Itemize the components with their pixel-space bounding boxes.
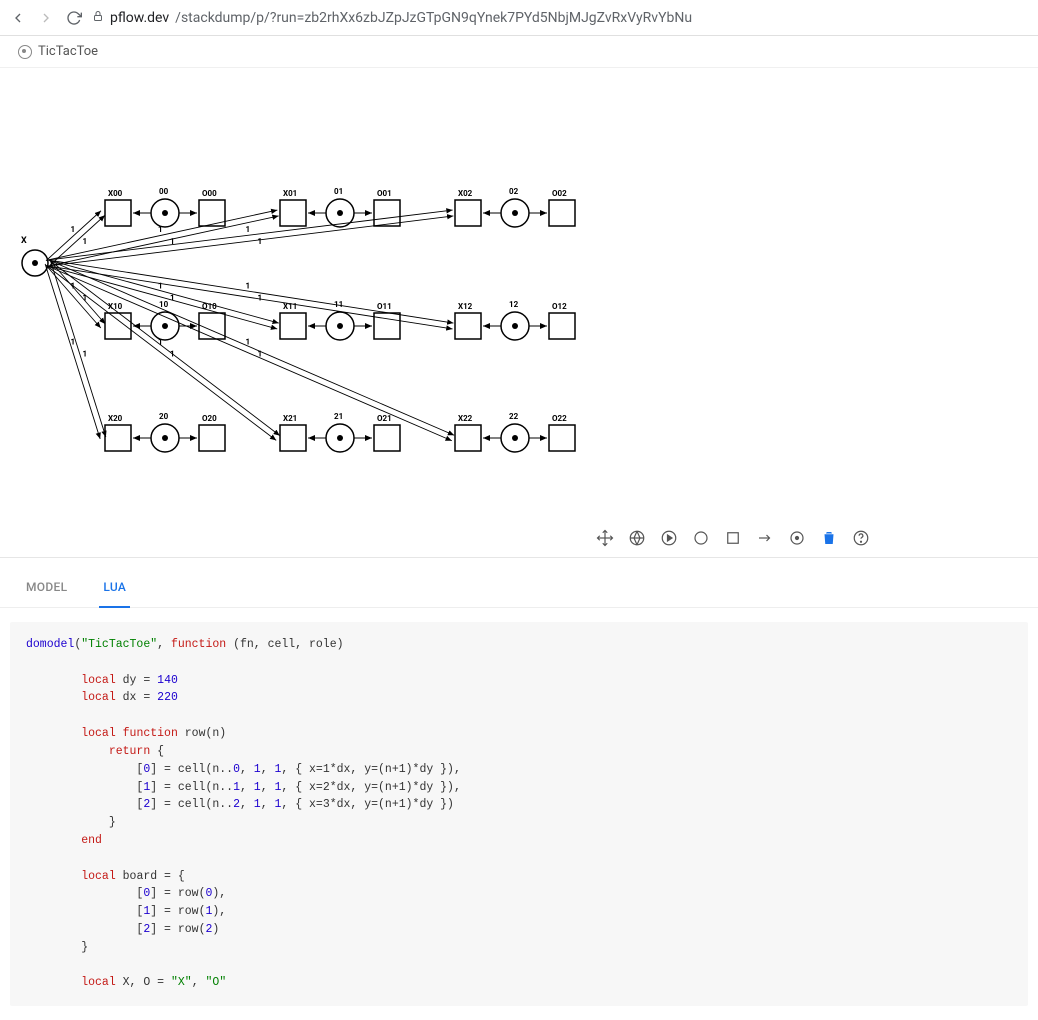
svg-text:1: 1 — [246, 225, 251, 234]
svg-text:1: 1 — [83, 350, 88, 359]
svg-text:1: 1 — [158, 225, 163, 234]
svg-text:O00: O00 — [202, 189, 217, 198]
svg-text:X12: X12 — [458, 302, 473, 311]
svg-text:O02: O02 — [552, 189, 567, 198]
url-host: pflow.dev — [110, 10, 169, 26]
svg-text:X22: X22 — [458, 414, 473, 423]
svg-text:X21: X21 — [283, 414, 297, 423]
logo-icon — [18, 45, 32, 59]
browser-chrome: pflow.dev/stackdump/p/?run=zb2rhXx6zbJZp… — [0, 0, 1038, 36]
target-icon[interactable] — [788, 529, 806, 547]
svg-text:22: 22 — [509, 412, 519, 421]
svg-text:02: 02 — [509, 187, 519, 196]
play-icon[interactable] — [660, 529, 678, 547]
svg-text:1: 1 — [246, 282, 251, 291]
lock-icon — [92, 10, 104, 26]
petri-net-diagram[interactable]: XX0000O0011X0101O0111X0202O0211X1010O101… — [0, 68, 1038, 518]
svg-text:1: 1 — [258, 294, 263, 303]
svg-text:00: 00 — [159, 187, 169, 196]
svg-text:X01: X01 — [283, 189, 297, 198]
svg-text:1: 1 — [170, 350, 175, 359]
svg-text:O20: O20 — [202, 414, 217, 423]
arrow-icon[interactable] — [756, 529, 774, 547]
circle-icon[interactable] — [692, 529, 710, 547]
svg-text:1: 1 — [246, 338, 251, 347]
svg-text:12: 12 — [509, 300, 519, 309]
square-icon[interactable] — [724, 529, 742, 547]
svg-text:X20: X20 — [108, 414, 123, 423]
svg-text:X: X — [21, 236, 27, 246]
code-editor[interactable]: domodel("TicTacToe", function (fn, cell,… — [10, 622, 1028, 1006]
delete-icon[interactable] — [820, 529, 838, 547]
svg-text:1: 1 — [83, 237, 88, 246]
url-path: /stackdump/p/?run=zb2rhXx6zbJZpJzGTpGN9q… — [175, 10, 692, 26]
svg-text:1: 1 — [71, 338, 76, 347]
editor-toolbar — [0, 518, 1038, 558]
svg-text:01: 01 — [334, 187, 343, 196]
address-bar[interactable]: pflow.dev/stackdump/p/?run=zb2rhXx6zbJZp… — [92, 10, 1030, 26]
help-icon[interactable] — [852, 529, 870, 547]
svg-text:1: 1 — [258, 350, 263, 359]
svg-text:O10: O10 — [202, 302, 217, 311]
svg-text:1: 1 — [258, 237, 263, 246]
reload-button[interactable] — [64, 8, 84, 28]
svg-text:21: 21 — [334, 412, 343, 421]
svg-text:1: 1 — [158, 338, 163, 347]
tab-model[interactable]: MODEL — [22, 572, 71, 607]
code-tabs: MODEL LUA — [0, 558, 1038, 608]
page-header: TicTacToe — [0, 36, 1038, 68]
back-button[interactable] — [8, 8, 28, 28]
move-icon[interactable] — [596, 529, 614, 547]
svg-text:1: 1 — [71, 225, 76, 234]
svg-text:20: 20 — [159, 412, 169, 421]
svg-text:X00: X00 — [108, 189, 123, 198]
shutter-icon[interactable] — [628, 529, 646, 547]
page-title: TicTacToe — [38, 44, 98, 59]
svg-text:X02: X02 — [458, 189, 473, 198]
svg-text:10: 10 — [159, 300, 169, 309]
svg-text:1: 1 — [170, 294, 175, 303]
tab-lua[interactable]: LUA — [99, 572, 130, 608]
svg-text:O22: O22 — [552, 414, 567, 423]
svg-text:O11: O11 — [377, 302, 392, 311]
svg-text:O12: O12 — [552, 302, 567, 311]
forward-button[interactable] — [36, 8, 56, 28]
svg-text:O21: O21 — [377, 414, 392, 423]
svg-text:O01: O01 — [377, 189, 392, 198]
